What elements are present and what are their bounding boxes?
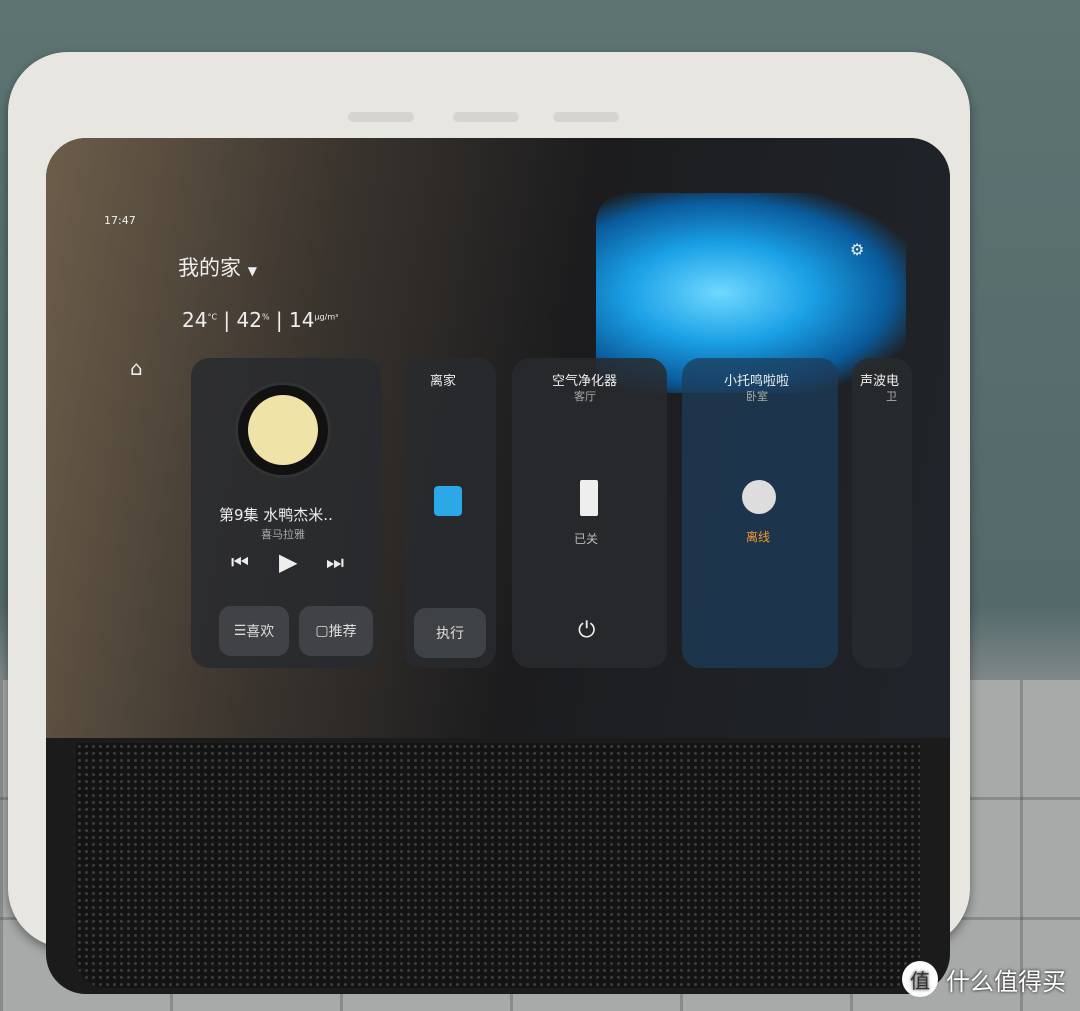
home-selector[interactable]: 我的家 ▼	[178, 252, 257, 282]
chevron-down-icon: ▼	[247, 264, 257, 278]
device-name: 小托鸣啦啦	[724, 374, 790, 389]
clock: 17:47	[104, 214, 136, 227]
device-room: 客厅	[574, 390, 596, 403]
purifier-card[interactable]: 空气净化器 客厅 已关 ⏻	[512, 358, 667, 668]
device-room: 卧室	[746, 390, 768, 403]
power-icon[interactable]: ⏻	[578, 618, 595, 643]
settings-icon[interactable]: ⚙	[850, 240, 864, 259]
speaker-grille	[76, 743, 920, 988]
watermark-logo-icon: 值	[902, 961, 938, 997]
previous-icon[interactable]: ⏮	[231, 550, 249, 574]
device-button[interactable]	[348, 112, 414, 122]
home-title: 我的家	[178, 256, 241, 280]
device-status: 离线	[746, 530, 771, 544]
execute-button[interactable]: 执行	[414, 608, 486, 658]
smart-display-device: 17:47 我的家 ▼ 24°C | 42% | 14μg/m³ ⌂ 第9集 水…	[8, 52, 970, 994]
recommend-button[interactable]: ▢ 推荐	[299, 606, 373, 656]
device-name: 声波电	[860, 374, 900, 389]
screen: 17:47 我的家 ▼ 24°C | 42% | 14μg/m³ ⌂ 第9集 水…	[46, 138, 950, 738]
toothbrush-card[interactable]: 声波电 卫	[852, 358, 912, 668]
album-art	[235, 382, 331, 478]
watermark: 值什么值得买	[902, 961, 1066, 997]
robot-vacuum-icon	[742, 480, 776, 514]
scene-name: 离家	[430, 374, 457, 389]
environment-readout: 24°C | 42% | 14μg/m³	[182, 308, 339, 332]
door-icon	[434, 486, 462, 516]
device-button[interactable]	[453, 112, 519, 122]
track-title: 第9集 水鸭杰米..	[219, 506, 333, 524]
track-source: 喜马拉雅	[261, 528, 305, 541]
home-icon[interactable]: ⌂	[130, 356, 143, 380]
vacuum-card[interactable]: 小托鸣啦啦 卧室 离线	[682, 358, 838, 668]
scene-card[interactable]: 离家 执行	[404, 358, 496, 668]
music-card[interactable]: 第9集 水鸭杰米.. 喜马拉雅 ⏮ ▶ ⏭ ☰ 喜欢 ▢ 推荐	[191, 358, 381, 668]
device-name: 空气净化器	[552, 374, 618, 389]
next-icon[interactable]: ⏭	[326, 550, 344, 574]
like-button[interactable]: ☰ 喜欢	[219, 606, 289, 656]
device-room: 卫	[886, 390, 897, 403]
device-button[interactable]	[553, 112, 619, 122]
device-status: 已关	[574, 532, 599, 546]
purifier-icon	[580, 480, 598, 516]
play-icon[interactable]: ▶	[279, 548, 297, 576]
